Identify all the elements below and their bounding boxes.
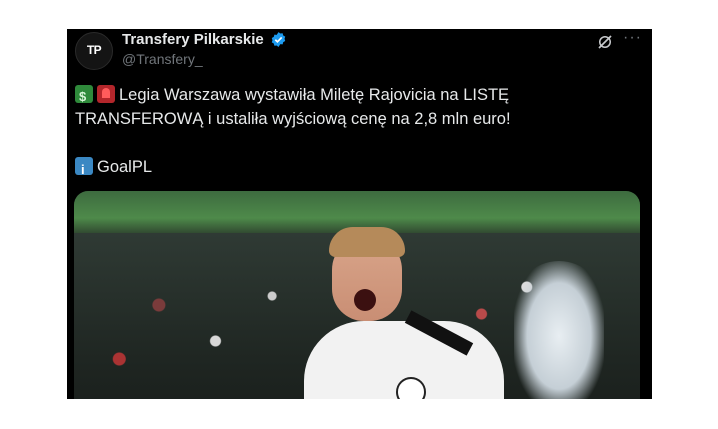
tweet-text-line-1-content: Legia Warszawa wystawiła Miletę Rajovici…: [119, 86, 510, 104]
siren-icon: [97, 85, 115, 103]
player-hair: [329, 227, 405, 257]
tweet-media-image[interactable]: [74, 191, 640, 399]
tweet-text-line-1: Legia Warszawa wystawiła Miletę Rajovici…: [75, 83, 635, 109]
tweet-text: Legia Warszawa wystawiła Miletę Rajovici…: [75, 83, 635, 182]
verified-badge-icon: [271, 32, 286, 47]
avatar[interactable]: TP: [75, 32, 113, 70]
tweet-card: TP Transfery Pilkarskie @Transfery_ ··· …: [67, 29, 652, 399]
tweet-source-line: GoalPL: [75, 155, 635, 182]
grok-icon[interactable]: [596, 33, 614, 51]
money-with-wings-icon: [75, 85, 93, 109]
flare-smoke: [514, 261, 604, 399]
author-handle[interactable]: @Transfery_: [122, 51, 203, 67]
player-mouth: [354, 289, 376, 311]
club-crest: [396, 377, 426, 399]
info-icon: [75, 157, 93, 182]
avatar-text: TP: [86, 43, 102, 57]
more-icon[interactable]: ···: [623, 29, 642, 47]
tweet-source: GoalPL: [97, 158, 153, 176]
tweet-text-line-2: TRANSFEROWĄ i ustaliła wyjściową cenę na…: [75, 110, 511, 128]
author-name[interactable]: Transfery Pilkarskie: [122, 31, 264, 48]
